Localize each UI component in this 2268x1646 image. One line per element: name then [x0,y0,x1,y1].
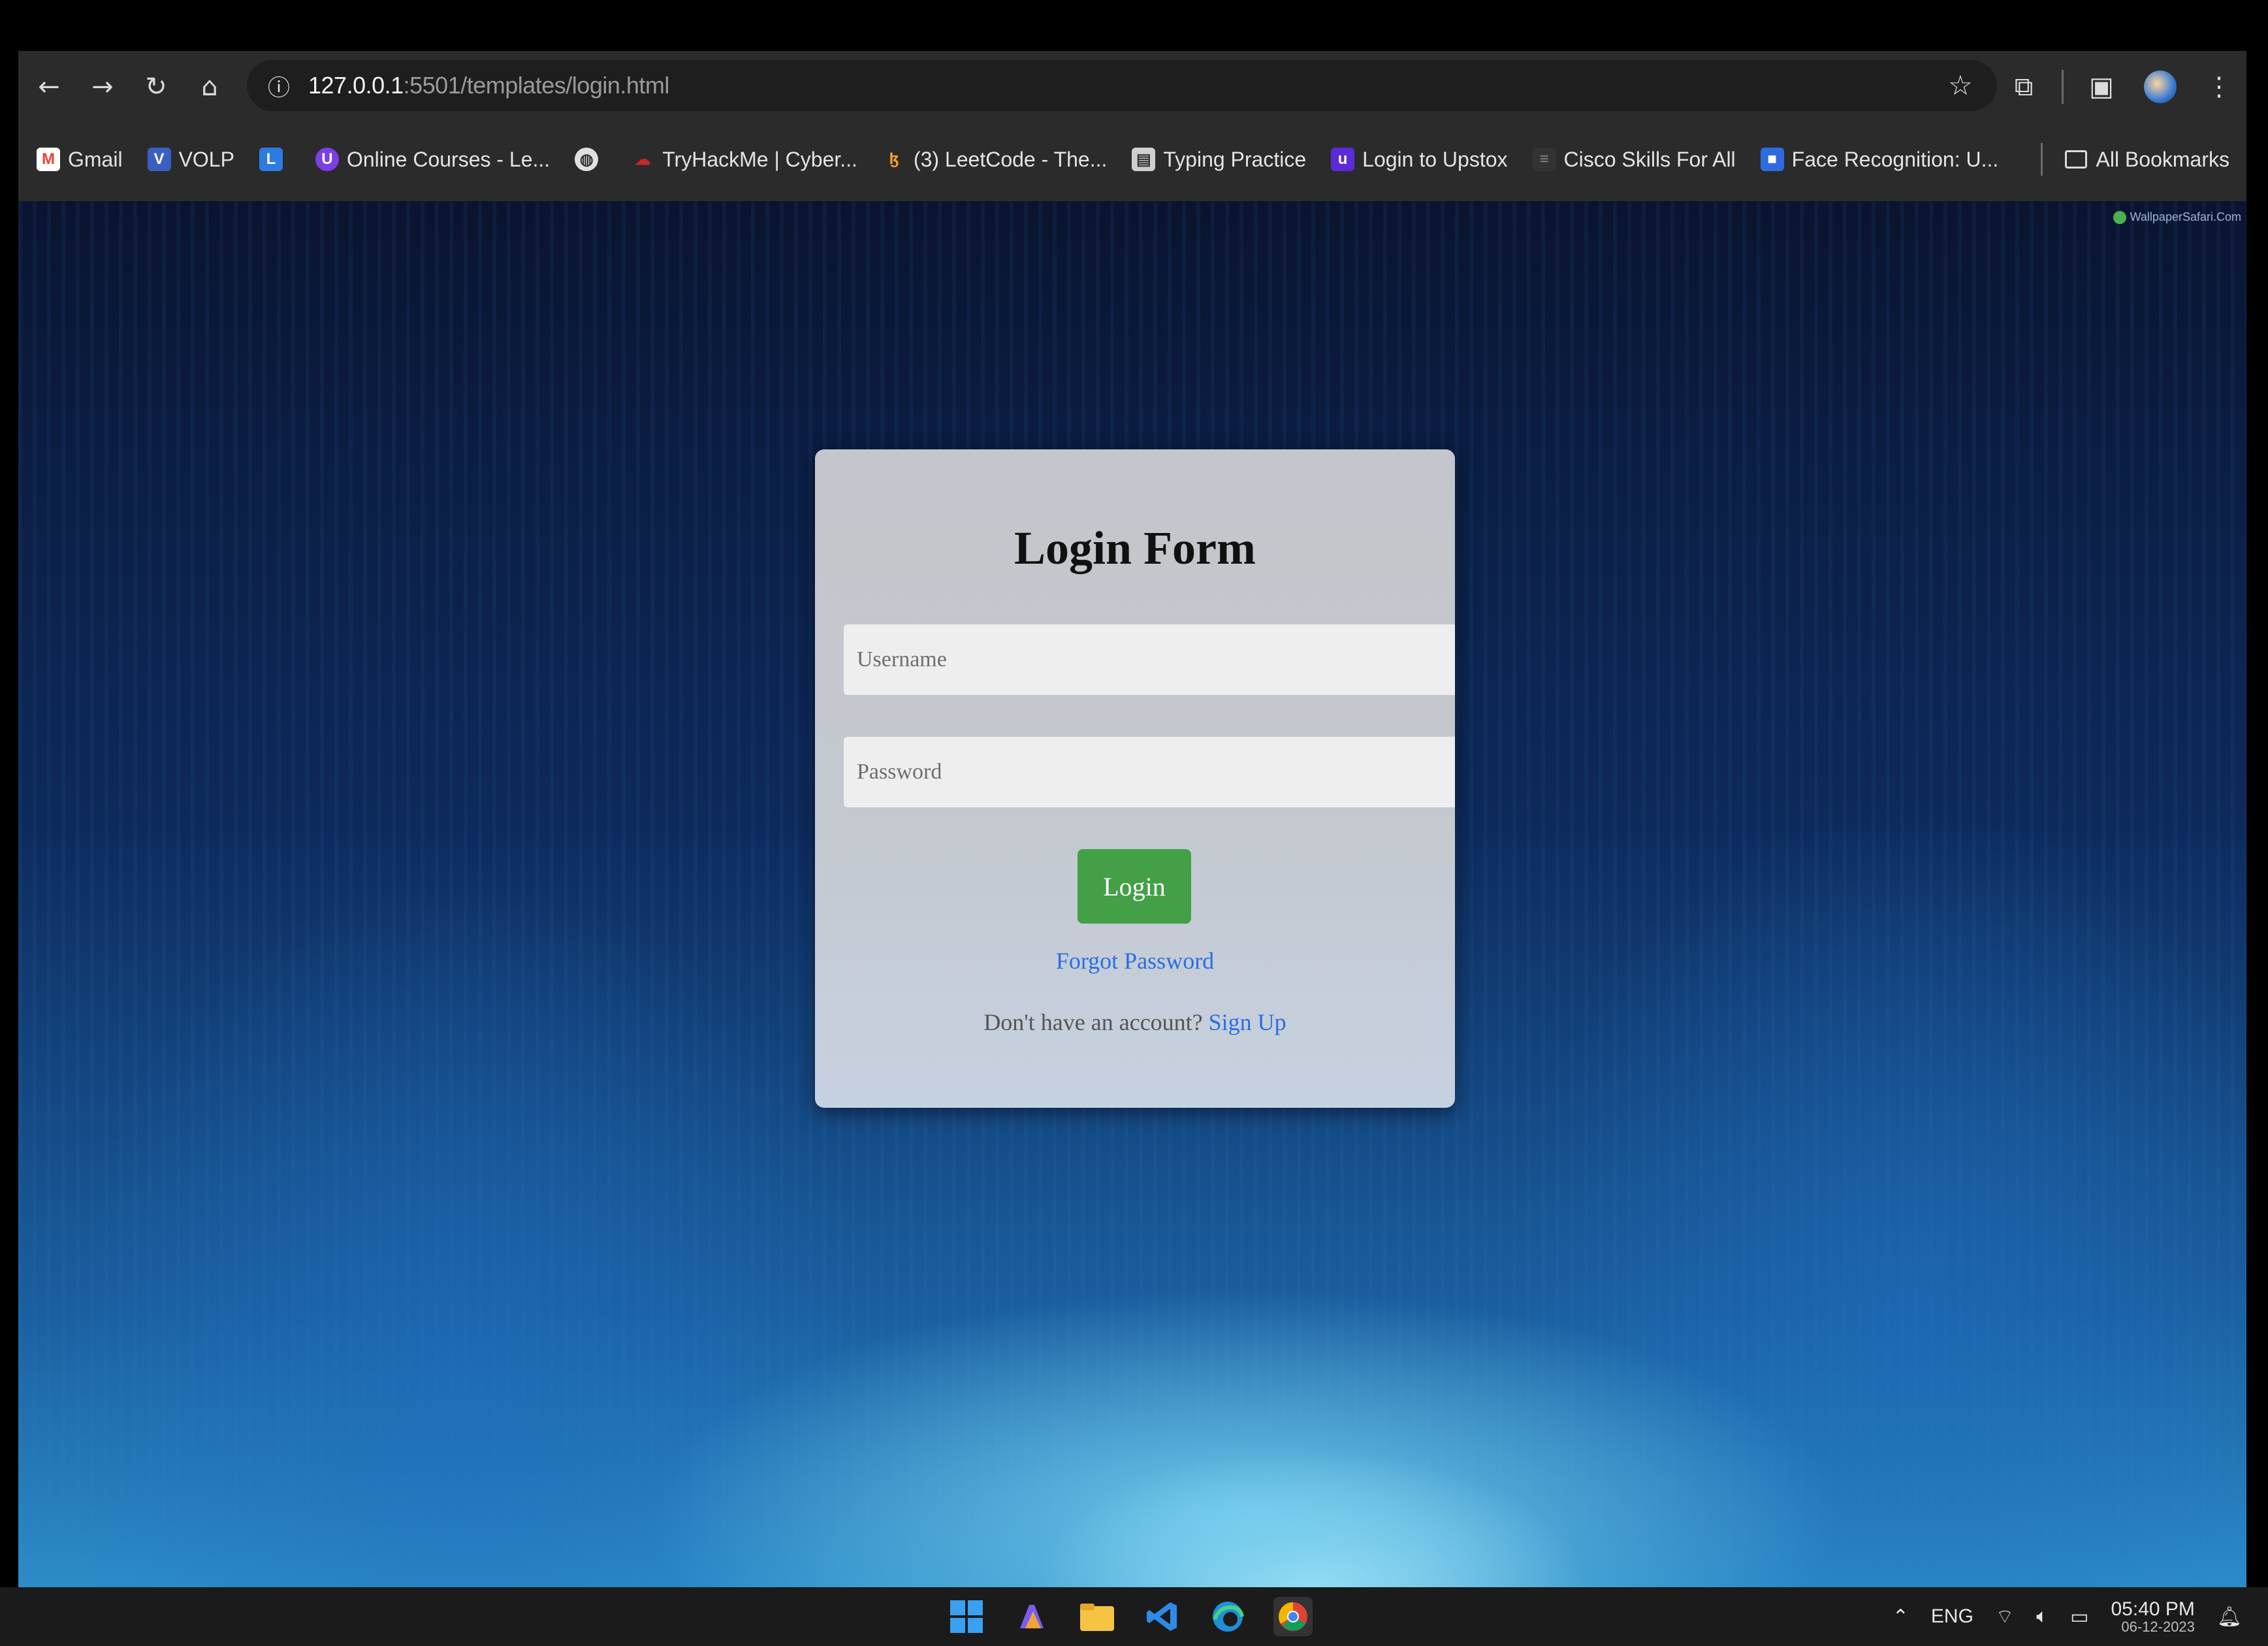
side-panel-icon[interactable]: ▣ [2081,66,2122,108]
bookmark-leetcode[interactable]: ɮ (3) LeetCode - The... [882,147,1108,172]
toolbar-actions: ⧉ ▣ ⋮ [2003,64,2240,110]
gmail-icon: M [37,148,60,171]
bookmark-label: VOLP [178,147,234,171]
bookmark-label: TryHackMe | Cyber... [662,147,857,171]
username-input[interactable] [844,624,1455,695]
clock-time: 05:40 PM [2111,1598,2195,1620]
menu-kebab-icon[interactable]: ⋮ [2198,66,2240,108]
password-input[interactable] [844,737,1455,807]
vscode-icon[interactable] [1143,1597,1182,1636]
page-viewport: WallpaperSafari.Com Login Form Login For… [18,201,2246,1587]
bookmark-app[interactable]: L [259,148,291,171]
forgot-password-link[interactable]: Forgot Password [815,947,1455,975]
online-courses-icon: U [315,148,339,171]
all-bookmarks-button[interactable]: All Bookmarks [2064,147,2230,172]
clock-date: 06-12-2023 [2121,1619,2195,1636]
leetcode-icon: ɮ [889,150,899,168]
bookmark-label: Gmail [68,147,123,171]
bookmark-cisco[interactable]: ≡ Cisco Skills For All [1532,147,1736,172]
all-bookmarks-group: All Bookmarks [2040,127,2230,192]
browser-window: ← → ↻ ⌂ ⓘ 127.0.0.1:5501/templates/login… [18,51,2246,1587]
edge-icon[interactable] [1208,1597,1247,1636]
cisco-icon: ≡ [1532,148,1556,171]
bookmark-star-icon[interactable]: ☆ [1941,65,1980,105]
bookmark-app-icon: L [259,148,283,171]
login-button[interactable]: Login [1078,849,1191,924]
reload-icon[interactable]: ↻ [133,64,179,110]
copilot-icon[interactable] [1012,1597,1051,1636]
extensions-icon[interactable]: ⧉ [2003,66,2045,108]
bookmark-globe[interactable]: ◍ [575,148,606,171]
face-recognition-icon: ■ [1760,148,1784,171]
wifi-icon[interactable]: ⌔ [1996,1604,2014,1629]
taskbar: ⌃ ENG ⌔ 🔈︎ ▭ 05:40 PM 06-12-2023 🔔︎ [0,1587,2268,1646]
bookmarks-divider [2040,143,2043,176]
all-bookmarks-label: All Bookmarks [2096,147,2230,171]
address-bar[interactable]: ⓘ 127.0.0.1:5501/templates/login.html ☆ [247,60,1997,111]
profile-avatar[interactable] [2139,66,2181,108]
windows-start-icon[interactable] [947,1597,986,1636]
globe-icon: ◍ [575,148,599,171]
bookmark-typing-practice[interactable]: ▤ Typing Practice [1132,148,1306,172]
wallpaper-watermark: WallpaperSafari.Com [2113,210,2241,224]
signup-prompt-text: Don't have an account? [983,1009,1209,1035]
login-card: Login Form Login Forgot Password Don't h… [815,449,1455,1108]
system-tray: ⌃ ENG ⌔ 🔈︎ ▭ 05:40 PM 06-12-2023 🔔︎ [1893,1587,2242,1646]
typing-icon: ▤ [1132,148,1156,171]
signup-prompt: Don't have an account? Sign Up [815,1009,1455,1036]
upstox-icon: u [1331,148,1355,171]
home-icon[interactable]: ⌂ [187,64,232,110]
avatar [2144,71,2177,103]
bookmark-tryhackme[interactable]: ☁ TryHackMe | Cyber... [631,148,857,172]
url-path: :5501/templates/login.html [403,72,670,99]
signup-link[interactable]: Sign Up [1209,1009,1286,1035]
watermark-text: WallpaperSafari.Com [2130,210,2241,223]
notification-bell-icon[interactable]: 🔔︎ [2217,1606,2242,1628]
bookmark-face-recognition[interactable]: ■ Face Recognition: U... [1760,147,1999,172]
url-host: 127.0.0.1 [308,72,404,99]
clock[interactable]: 05:40 PM 06-12-2023 [2111,1599,2194,1635]
bookmark-label: Online Courses - Le... [346,147,551,171]
tray-expand-icon[interactable]: ⌃ [1893,1606,1909,1628]
bookmark-label: Cisco Skills For All [1563,147,1736,171]
bookmark-online-courses[interactable]: U Online Courses - Le... [315,148,550,172]
navigation-row: ← → ↻ ⌂ ⓘ 127.0.0.1:5501/templates/login… [18,51,2246,123]
site-info-icon[interactable]: ⓘ [256,63,302,108]
url-text[interactable]: 127.0.0.1:5501/templates/login.html [308,72,669,99]
bookmark-upstox[interactable]: u Login to Upstox [1331,147,1508,172]
form-title: Login Form [1014,522,1256,574]
bookmark-label: Face Recognition: U... [1791,147,1999,171]
taskbar-apps [947,1594,1313,1639]
volp-icon: V [147,148,171,171]
screen: ← → ↻ ⌂ ⓘ 127.0.0.1:5501/templates/login… [0,0,2268,1646]
battery-icon[interactable]: ▭ [2070,1606,2088,1628]
bookmark-label: Login to Upstox [1362,147,1508,171]
tryhackme-icon: ☁ [635,150,651,169]
back-icon[interactable]: ← [26,64,72,110]
language-indicator[interactable]: ENG [1931,1606,1973,1628]
watermark-logo-icon [2113,210,2126,224]
toolbar-divider [2062,70,2064,104]
volume-icon[interactable]: 🔈︎ [2036,1606,2048,1628]
bookmark-gmail[interactable]: M Gmail [37,148,123,172]
bookmark-label: Typing Practice [1163,147,1307,171]
chrome-icon[interactable] [1273,1597,1313,1636]
file-explorer-icon[interactable] [1078,1597,1117,1636]
folder-icon [2064,150,2087,169]
bookmarks-bar: M Gmail V VOLP L U Online Courses - Le... ◍… [18,127,2246,192]
forward-icon[interactable]: → [80,64,125,110]
bookmark-label: (3) LeetCode - The... [913,147,1108,171]
bookmark-volp[interactable]: V VOLP [147,147,234,172]
